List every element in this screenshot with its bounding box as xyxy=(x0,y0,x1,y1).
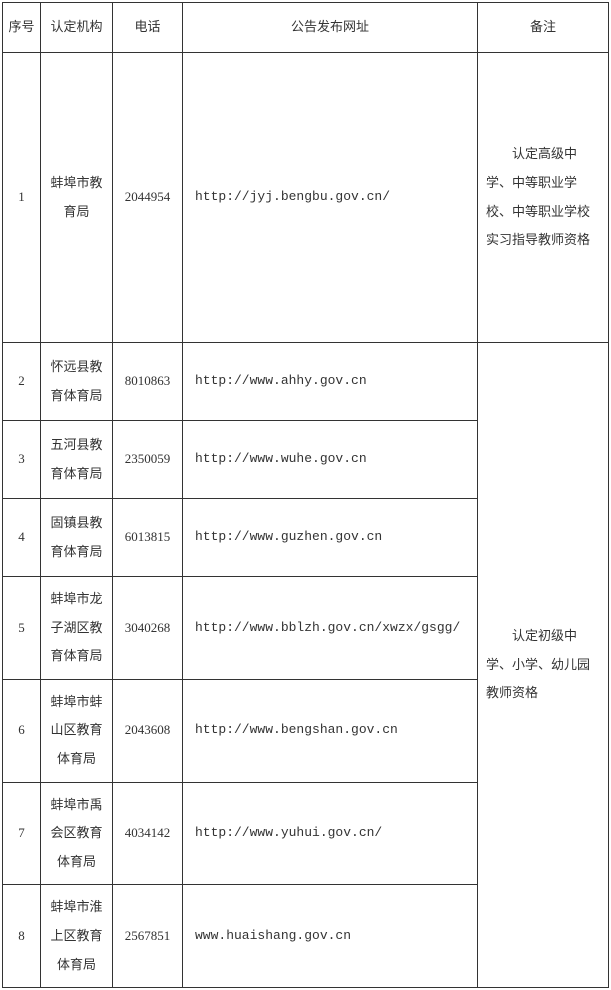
cell-url: www.huaishang.gov.cn xyxy=(183,885,478,988)
cell-url: http://www.ahhy.gov.cn xyxy=(183,343,478,421)
cell-num: 1 xyxy=(3,53,41,343)
cell-org: 蚌埠市龙子湖区教育体育局 xyxy=(41,577,113,680)
cell-org: 蚌埠市蚌山区教育体育局 xyxy=(41,679,113,782)
table-header-row: 序号 认定机构 电话 公告发布网址 备注 xyxy=(3,3,609,53)
cell-url: http://www.yuhui.gov.cn/ xyxy=(183,782,478,885)
cell-org: 蚌埠市禹会区教育体育局 xyxy=(41,782,113,885)
cell-org: 五河县教育体育局 xyxy=(41,421,113,499)
cell-remarks-group: 认定初级中学、小学、幼儿园教师资格 xyxy=(478,343,609,988)
cell-org: 怀远县教育体育局 xyxy=(41,343,113,421)
cell-url: http://www.bblzh.gov.cn/xwzx/gsgg/ xyxy=(183,577,478,680)
cell-url: http://www.bengshan.gov.cn xyxy=(183,679,478,782)
certification-agency-table: 序号 认定机构 电话 公告发布网址 备注 1 蚌埠市教育局 2044954 ht… xyxy=(2,2,609,988)
header-url: 公告发布网址 xyxy=(183,3,478,53)
cell-num: 7 xyxy=(3,782,41,885)
cell-num: 6 xyxy=(3,679,41,782)
cell-num: 5 xyxy=(3,577,41,680)
cell-phone: 6013815 xyxy=(113,499,183,577)
cell-num: 2 xyxy=(3,343,41,421)
cell-phone: 2350059 xyxy=(113,421,183,499)
cell-phone: 2567851 xyxy=(113,885,183,988)
cell-num: 8 xyxy=(3,885,41,988)
cell-url: http://www.wuhe.gov.cn xyxy=(183,421,478,499)
cell-phone: 8010863 xyxy=(113,343,183,421)
header-org: 认定机构 xyxy=(41,3,113,53)
cell-remarks: 认定高级中学、中等职业学校、中等职业学校实习指导教师资格 xyxy=(478,53,609,343)
header-remarks: 备注 xyxy=(478,3,609,53)
cell-phone: 2044954 xyxy=(113,53,183,343)
cell-phone: 4034142 xyxy=(113,782,183,885)
cell-url: http://www.guzhen.gov.cn xyxy=(183,499,478,577)
cell-phone: 3040268 xyxy=(113,577,183,680)
table-row: 2 怀远县教育体育局 8010863 http://www.ahhy.gov.c… xyxy=(3,343,609,421)
cell-url: http://jyj.bengbu.gov.cn/ xyxy=(183,53,478,343)
cell-org: 固镇县教育体育局 xyxy=(41,499,113,577)
cell-num: 3 xyxy=(3,421,41,499)
cell-org: 蚌埠市淮上区教育体育局 xyxy=(41,885,113,988)
header-phone: 电话 xyxy=(113,3,183,53)
header-num: 序号 xyxy=(3,3,41,53)
cell-phone: 2043608 xyxy=(113,679,183,782)
cell-num: 4 xyxy=(3,499,41,577)
table-row: 1 蚌埠市教育局 2044954 http://jyj.bengbu.gov.c… xyxy=(3,53,609,343)
cell-org: 蚌埠市教育局 xyxy=(41,53,113,343)
